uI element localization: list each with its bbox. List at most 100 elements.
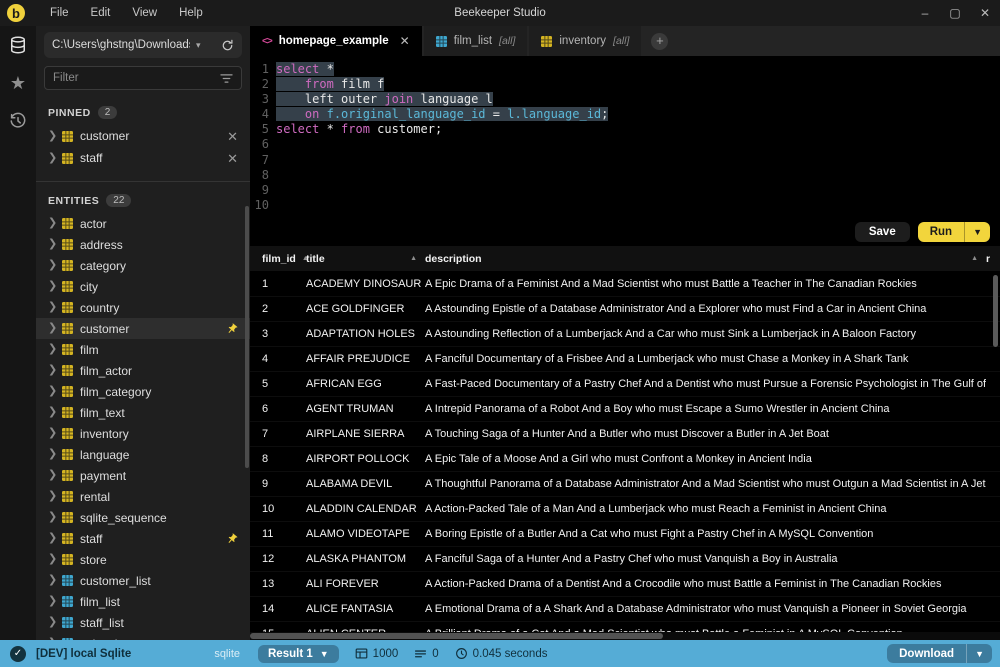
pinned-item-customer[interactable]: ❯ customer✕ [36, 125, 250, 147]
chevron-right-icon[interactable]: ❯ [48, 153, 55, 164]
code-line[interactable]: from film f [276, 77, 1000, 92]
cell-title[interactable]: ALADDIN CALENDAR [306, 503, 425, 515]
cell-title[interactable]: AIRPORT POLLOCK [306, 453, 425, 465]
code-line[interactable]: left outer join language l [276, 92, 1000, 107]
cell-description[interactable]: A Epic Drama of a Feminist And a Mad Sci… [425, 278, 986, 290]
cell-film-id[interactable]: 4 [250, 353, 306, 365]
cell-description[interactable]: A Emotional Drama of a A Shark And a Dat… [425, 603, 986, 615]
cell-film-id[interactable]: 3 [250, 328, 306, 340]
sql-editor[interactable]: 12345678910 select * from film f left ou… [250, 56, 1000, 218]
entity-item-sales_by_store[interactable]: ❯ sales_by_store [36, 633, 250, 640]
cell-film-id[interactable]: 5 [250, 378, 306, 390]
table-row[interactable]: 15ALIEN CENTERA Brilliant Drama of a Cat… [250, 622, 1000, 632]
minimize-button[interactable]: – [910, 0, 940, 26]
table-row[interactable]: 11ALAMO VIDEOTAPEA Boring Epistle of a B… [250, 522, 1000, 547]
entity-item-store[interactable]: ❯ store [36, 549, 250, 570]
chevron-right-icon[interactable]: ❯ [48, 449, 55, 460]
maximize-button[interactable]: ▢ [940, 0, 970, 26]
pin-icon[interactable] [226, 533, 238, 545]
cell-description[interactable]: A Fast-Paced Documentary of a Pastry Che… [425, 378, 986, 390]
cell-description[interactable]: A Action-Packed Tale of a Man And a Lumb… [425, 503, 986, 515]
cell-description[interactable]: A Astounding Epistle of a Database Admin… [425, 303, 986, 315]
chevron-right-icon[interactable]: ❯ [48, 491, 55, 502]
chevron-right-icon[interactable]: ❯ [48, 428, 55, 439]
cell-description[interactable]: A Astounding Reflection of a Lumberjack … [425, 328, 986, 340]
horizontal-scrollbar[interactable] [250, 632, 1000, 640]
cell-description[interactable]: A Touching Saga of a Hunter And a Butler… [425, 428, 986, 440]
tab-homepage_example[interactable]: <>homepage_example✕ [250, 26, 422, 56]
cell-film-id[interactable]: 14 [250, 603, 306, 615]
menu-edit[interactable]: Edit [80, 0, 122, 26]
cell-title[interactable]: ALICE FANTASIA [306, 603, 425, 615]
chevron-right-icon[interactable]: ❯ [48, 617, 55, 628]
tab-close-icon[interactable]: ✕ [400, 34, 410, 48]
entity-item-film_list[interactable]: ❯ film_list [36, 591, 250, 612]
column-header-title[interactable]: title ▲ [306, 253, 425, 265]
cell-film-id[interactable]: 1 [250, 278, 306, 290]
chevron-right-icon[interactable]: ❯ [48, 323, 55, 334]
database-icon[interactable] [7, 34, 29, 56]
chevron-right-icon[interactable]: ❯ [48, 260, 55, 271]
filter-icon[interactable] [220, 73, 233, 84]
table-row[interactable]: 14ALICE FANTASIAA Emotional Drama of a A… [250, 597, 1000, 622]
favorites-star-icon[interactable]: ★ [7, 72, 29, 94]
download-button[interactable]: Download [887, 644, 966, 663]
entity-item-language[interactable]: ❯ language [36, 444, 250, 465]
pin-icon[interactable] [226, 323, 238, 335]
close-button[interactable]: ✕ [970, 0, 1000, 26]
chevron-right-icon[interactable]: ❯ [48, 281, 55, 292]
cell-description[interactable]: A Intrepid Panorama of a Robot And a Boy… [425, 403, 986, 415]
cell-film-id[interactable]: 8 [250, 453, 306, 465]
tab-film_list[interactable]: film_list[all] [424, 26, 528, 56]
entity-item-sqlite_sequence[interactable]: ❯ sqlite_sequence [36, 507, 250, 528]
download-options-caret-icon[interactable]: ▼ [967, 645, 992, 662]
entity-item-film_category[interactable]: ❯ film_category [36, 381, 250, 402]
entity-item-staff[interactable]: ❯ staff [36, 528, 250, 549]
cell-description[interactable]: A Boring Epistle of a Butler And a Cat w… [425, 528, 986, 540]
connection-selector[interactable]: C:\Users\ghstng\Downloads ▾ [44, 32, 242, 58]
cell-film-id[interactable]: 10 [250, 503, 306, 515]
cell-description[interactable]: A Epic Tale of a Moose And a Girl who mu… [425, 453, 986, 465]
table-row[interactable]: 2ACE GOLDFINGERA Astounding Epistle of a… [250, 297, 1000, 322]
chevron-right-icon[interactable]: ❯ [48, 470, 55, 481]
save-button[interactable]: Save [855, 222, 910, 242]
chevron-right-icon[interactable]: ❯ [48, 218, 55, 229]
table-row[interactable]: 6AGENT TRUMANA Intrepid Panorama of a Ro… [250, 397, 1000, 422]
entity-item-actor[interactable]: ❯ actor [36, 213, 250, 234]
cell-film-id[interactable]: 9 [250, 478, 306, 490]
cell-description[interactable]: A Thoughtful Panorama of a Database Admi… [425, 478, 986, 490]
entity-item-film[interactable]: ❯ film [36, 339, 250, 360]
chevron-right-icon[interactable]: ❯ [48, 344, 55, 355]
cell-description[interactable]: A Action-Packed Drama of a Dentist And a… [425, 578, 986, 590]
editor-code[interactable]: select * from film f left outer join lan… [276, 62, 1000, 218]
menu-view[interactable]: View [121, 0, 168, 26]
code-line[interactable]: select * from customer; [276, 122, 1000, 137]
history-icon[interactable] [7, 110, 29, 132]
cell-title[interactable]: AIRPLANE SIERRA [306, 428, 425, 440]
chevron-right-icon[interactable]: ❯ [48, 407, 55, 418]
code-line[interactable]: on f.original_language_id = l.language_i… [276, 107, 1000, 122]
chevron-right-icon[interactable]: ❯ [48, 131, 55, 142]
chevron-right-icon[interactable]: ❯ [48, 554, 55, 565]
entity-item-payment[interactable]: ❯ payment [36, 465, 250, 486]
cell-title[interactable]: ALAMO VIDEOTAPE [306, 528, 425, 540]
column-header-film-id[interactable]: film_id ▲ [250, 253, 306, 265]
pinned-section-header[interactable]: PINNED 2 [36, 94, 250, 125]
entity-item-category[interactable]: ❯ category [36, 255, 250, 276]
filter-input[interactable] [53, 72, 220, 84]
entity-item-country[interactable]: ❯ country [36, 297, 250, 318]
code-line[interactable] [276, 153, 1000, 168]
run-options-caret-icon[interactable]: ▼ [965, 222, 990, 242]
entity-item-inventory[interactable]: ❯ inventory [36, 423, 250, 444]
chevron-right-icon[interactable]: ❯ [48, 533, 55, 544]
cell-title[interactable]: ALABAMA DEVIL [306, 478, 425, 490]
table-row[interactable]: 5AFRICAN EGGA Fast-Paced Documentary of … [250, 372, 1000, 397]
entities-section-header[interactable]: ENTITIES 22 [36, 182, 250, 213]
new-tab-button[interactable]: + [651, 33, 668, 50]
cell-title[interactable]: ACE GOLDFINGER [306, 303, 425, 315]
run-button[interactable]: Run [918, 222, 964, 242]
code-line[interactable] [276, 137, 1000, 152]
chevron-right-icon[interactable]: ❯ [48, 596, 55, 607]
entity-item-rental[interactable]: ❯ rental [36, 486, 250, 507]
table-row[interactable]: 3ADAPTATION HOLESA Astounding Reflection… [250, 322, 1000, 347]
